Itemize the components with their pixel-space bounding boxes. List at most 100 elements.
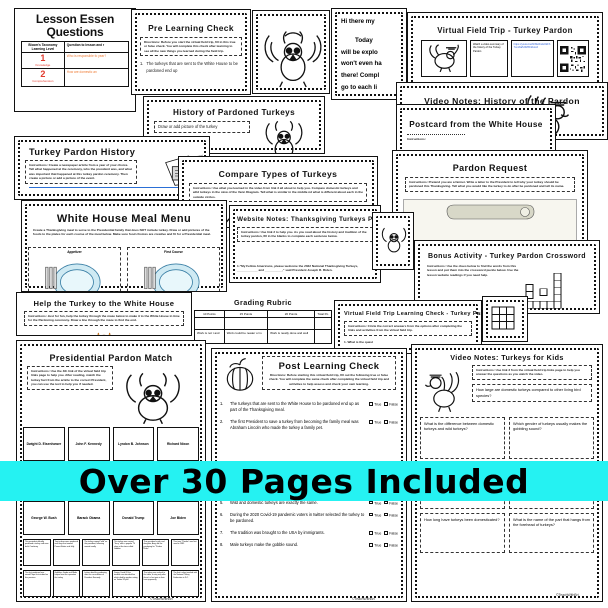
fact-cell[interactable]: This president's wife and daughter, Amy,… bbox=[141, 539, 170, 566]
president-cell[interactable]: George W. Bush bbox=[23, 501, 65, 535]
plc-false-option[interactable]: False bbox=[384, 420, 398, 425]
plc-false-option[interactable]: False bbox=[384, 543, 398, 547]
rubric-blank-2[interactable] bbox=[223, 317, 269, 330]
bonus-title: Bonus Activity - Turkey Pardon Crossword bbox=[428, 253, 586, 260]
plate-appetizer[interactable]: Appetizer bbox=[28, 246, 121, 291]
vnk-question-row: How long have turkeys been domesticated?… bbox=[420, 513, 594, 553]
rubric-blank-1[interactable] bbox=[194, 317, 225, 330]
wn-item-1: 1.“My Fellow Americans, please welcome t… bbox=[237, 263, 359, 273]
letter-line-7: go to each li bbox=[341, 83, 378, 91]
fact-cell[interactable]: The first turkey traveled with the Natio… bbox=[171, 570, 199, 597]
president-cell[interactable]: Dwight D. Eisenhower bbox=[23, 427, 65, 461]
president-cell[interactable]: Donald Trump bbox=[112, 501, 155, 535]
president-cell[interactable]: Lyndon B. Johnson bbox=[112, 427, 155, 461]
true-label: True bbox=[374, 531, 382, 536]
checkbox-false[interactable] bbox=[384, 420, 389, 424]
president-cell[interactable]: Richard Nixon bbox=[157, 427, 199, 461]
vft-link-row[interactable]: Watch a video summary of the history of … bbox=[421, 40, 589, 78]
fact-cell[interactable]: The turkey named “wild” on this presiden… bbox=[82, 539, 110, 566]
rubric-header-1: 10 Points bbox=[194, 310, 225, 318]
president-cell[interactable]: John F. Kennedy bbox=[67, 427, 110, 461]
president-cell[interactable]: Barack Obama bbox=[67, 501, 110, 535]
checkbox-false[interactable] bbox=[384, 402, 389, 406]
vnk-question[interactable]: Which gender of turkeys usually makes th… bbox=[509, 417, 594, 459]
checkbox-false[interactable] bbox=[384, 530, 389, 535]
sheet-lesson-essential-questions[interactable]: Lesson Essen Questions Bloom's Taxonomy … bbox=[14, 8, 136, 112]
president-cell[interactable]: Joe Biden bbox=[157, 501, 199, 535]
plate-first-course[interactable]: First Course bbox=[127, 246, 220, 291]
plc-true-option[interactable]: True bbox=[369, 500, 382, 505]
plc-true-false[interactable]: True False bbox=[369, 512, 398, 517]
leq-col2-header: Question to lesson and r bbox=[63, 41, 130, 54]
true-label: True bbox=[374, 500, 382, 505]
tph-instructions: Instructions: Create a newspaper article… bbox=[25, 160, 137, 184]
plc-false-option[interactable]: False bbox=[384, 512, 398, 517]
vft-title: Virtual Field Trip - Turkey Pardon bbox=[437, 26, 573, 35]
plc-true-option[interactable]: True bbox=[369, 530, 382, 536]
plc-true-false[interactable]: True False bbox=[369, 542, 398, 547]
plc-true-option[interactable]: True bbox=[369, 543, 381, 547]
fact-cell[interactable]: This president officially pardoned a tur… bbox=[23, 539, 51, 566]
checkbox-true[interactable] bbox=[369, 530, 373, 535]
fact-cell[interactable]: The first pardoned was raised Pope that … bbox=[23, 570, 51, 597]
fact-cell[interactable]: During Covid-19 the tradition was decide… bbox=[111, 570, 140, 597]
checkbox-true[interactable] bbox=[369, 543, 373, 547]
fact-cell[interactable]: This term “Pardon” was first used in 198… bbox=[171, 539, 199, 566]
sheet-white-house-meal-menu[interactable]: White House Meal Menu Create a Thanksgiv… bbox=[21, 200, 227, 292]
sheet-virtual-field-trip-links[interactable]: Virtual Field Trip - Turkey Pardon Watch… bbox=[407, 12, 603, 90]
plc-false-option[interactable]: False bbox=[384, 530, 398, 536]
letter-line-3: Today bbox=[355, 36, 373, 44]
plc-false-option[interactable]: False bbox=[384, 402, 398, 406]
plc-true-false[interactable]: True False bbox=[369, 401, 398, 406]
fact-cell[interactable]: Lettuce died the pardoning after the can… bbox=[82, 570, 110, 597]
pumpkin-icon bbox=[226, 357, 254, 391]
leq-level-2-name: Comprehension bbox=[32, 79, 54, 84]
plc-item-text: The tradition was brought to the USA by … bbox=[230, 529, 325, 535]
checkbox-false[interactable] bbox=[384, 500, 389, 505]
wn-title: Website Notes: Thanksgiving Turkeys Pard… bbox=[237, 216, 380, 223]
vnk-question[interactable]: What is the name of the part that hangs … bbox=[509, 513, 594, 553]
sheet-turkey-maze[interactable]: Help the Turkey to the White House Instr… bbox=[16, 292, 192, 336]
sheet-grading-rubric[interactable]: Grading Rubric 10 Points 15 Points 20 Po… bbox=[192, 296, 334, 346]
fact-cell[interactable]: Two turkeys were pardoned and they went … bbox=[52, 539, 81, 566]
qr-code-icon[interactable] bbox=[556, 40, 589, 78]
sheet-turkey-small[interactable] bbox=[372, 212, 414, 270]
postcard-instructions-label: Instructions: bbox=[407, 134, 465, 141]
checkbox-false[interactable] bbox=[384, 512, 389, 517]
preview-collage: Lesson Essen Questions Bloom's Taxonomy … bbox=[0, 0, 608, 608]
plc-true-false[interactable]: True False bbox=[369, 419, 398, 425]
checkbox-true[interactable] bbox=[369, 512, 373, 517]
turkey-icon bbox=[264, 31, 322, 88]
checkbox-true[interactable] bbox=[369, 420, 373, 424]
plc-false-option[interactable]: False bbox=[384, 500, 398, 505]
plc-item-number: 7. bbox=[220, 529, 224, 535]
vnk-question-row: What is the difference between domestic … bbox=[420, 417, 594, 459]
sheet-postcard[interactable]: Postcard from the White House Instructio… bbox=[396, 104, 556, 156]
checkbox-true[interactable] bbox=[369, 500, 373, 505]
vnk-question[interactable]: What is the difference between domestic … bbox=[420, 417, 505, 459]
checkbox-false[interactable] bbox=[384, 543, 389, 547]
checkbox-true[interactable] bbox=[369, 402, 373, 406]
leq-title-line1: Lesson Essen bbox=[35, 12, 115, 26]
plc-item-text: During the 2020 Covid-19 pandemic voters… bbox=[230, 511, 365, 523]
plc-true-option[interactable]: True bbox=[369, 420, 382, 425]
rubric-blank-4[interactable] bbox=[313, 317, 333, 330]
wn-instructions: Instructions: Use link 2 to help you. As… bbox=[237, 227, 373, 242]
vnk-question-top[interactable]: How large are domestic turkeys compared … bbox=[472, 383, 592, 403]
vnk-question[interactable]: How long have turkeys been domesticated? bbox=[420, 513, 505, 553]
true-label: True bbox=[374, 420, 382, 425]
sheet-website-notes[interactable]: Website Notes: Thanksgiving Turkeys Pard… bbox=[229, 205, 381, 283]
fact-cell[interactable]: Gobblers Gordo and Blobs helped start th… bbox=[52, 570, 81, 597]
rubric-blank-3[interactable] bbox=[267, 317, 315, 330]
sheet-pre-learning-check[interactable]: Pre Learning Check Directions: Before yo… bbox=[131, 9, 251, 95]
false-label: False bbox=[389, 531, 398, 536]
plc-true-false[interactable]: True False bbox=[369, 530, 398, 535]
sheet-turkey-coloring[interactable] bbox=[252, 10, 330, 94]
plc-true-option[interactable]: True bbox=[369, 512, 381, 517]
fact-cell[interactable]: This turkey was named “Jerry” after a po… bbox=[111, 539, 140, 566]
vft-cell-link[interactable]: https://youtu.be/6NS2dmEOkFh7sno5a5JIMXh… bbox=[510, 40, 554, 78]
fact-cell[interactable]: The turkey was rushed to the table, to s… bbox=[141, 570, 170, 597]
maze-instructions: Instructions: Just for fun, help the tur… bbox=[24, 311, 184, 326]
sheet-crossword-small[interactable] bbox=[482, 296, 528, 342]
plc-true-option[interactable]: True bbox=[369, 402, 381, 406]
